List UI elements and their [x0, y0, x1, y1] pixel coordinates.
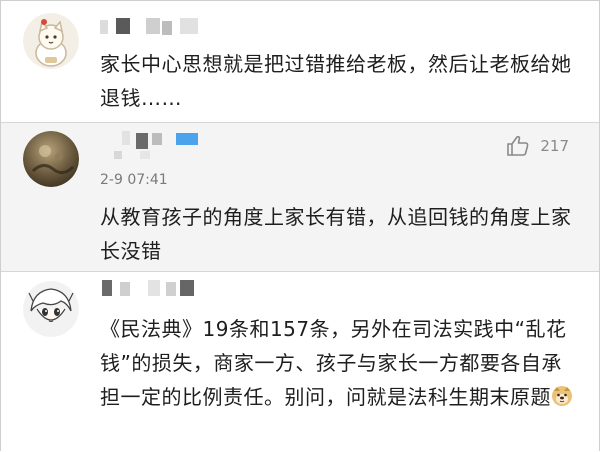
thumbs-up-icon — [507, 135, 529, 156]
like-count: 217 — [540, 137, 569, 155]
comment-item-3[interactable]: 《民法典》19条和157条，另外在司法实践中“乱花钱”的损失，商家一方、孩子与家… — [1, 272, 599, 452]
avatar-cat-icon — [23, 13, 79, 69]
username-redacted[interactable] — [100, 131, 210, 165]
comment-list: 家长中心思想就是把过错推给老板，然后让老板给她退钱…… 2-9 07:41 21… — [0, 0, 600, 452]
username-redacted[interactable] — [100, 18, 210, 36]
doge-emoji-icon — [551, 383, 573, 417]
username-redacted[interactable] — [100, 280, 210, 298]
avatar-photo-icon — [23, 131, 79, 187]
like-button[interactable]: 217 — [506, 135, 569, 157]
avatar[interactable] — [23, 281, 79, 337]
comment-text-content: 《民法典》19条和157条，另外在司法实践中“乱花钱”的损失，商家一方、孩子与家… — [100, 317, 567, 409]
avatar[interactable] — [23, 13, 79, 69]
comment-text: 从教育孩子的角度上家长有错，从追回钱的角度上家长没错 — [100, 205, 572, 263]
comment-item-1[interactable]: 家长中心思想就是把过错推给老板，然后让老板给她退钱…… — [1, 1, 599, 123]
avatar-anime-icon — [23, 281, 79, 337]
comment-timestamp: 2-9 07:41 — [100, 172, 168, 188]
comment-item-2[interactable]: 2-9 07:41 217 从教育孩子的角度上家长有错，从追回钱的角度上家长没错 — [1, 123, 599, 272]
comment-text: 家长中心思想就是把过错推给老板，然后让老板给她退钱…… — [100, 52, 572, 110]
avatar[interactable] — [23, 131, 79, 187]
comment-text: 《民法典》19条和157条，另外在司法实践中“乱花钱”的损失，商家一方、孩子与家… — [100, 312, 580, 417]
